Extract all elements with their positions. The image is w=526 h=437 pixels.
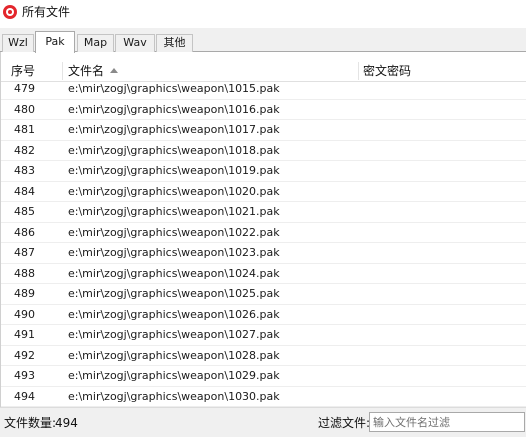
row-seq: 486 — [14, 225, 35, 239]
row-seq: 488 — [14, 266, 35, 280]
row-password — [363, 223, 523, 242]
file-list-panel: 序号 文件名 密文密码 479 e:\mir\zogj\graphics\weap… — [0, 52, 526, 407]
table-row[interactable]: 482 e:\mir\zogj\graphics\weapon\1018.pak — [1, 141, 526, 161]
row-password — [363, 202, 523, 221]
row-seq: 494 — [14, 389, 35, 403]
tab-wav-label: Wav — [123, 36, 147, 49]
window-title: 所有文件 — [22, 5, 71, 19]
row-password — [363, 79, 523, 98]
status-bar: 文件数量: 494 过滤文件: — [0, 407, 526, 437]
row-filename: e:\mir\zogj\graphics\weapon\1025.pak — [68, 287, 280, 300]
row-filename: e:\mir\zogj\graphics\weapon\1017.pak — [68, 123, 280, 136]
row-filename: e:\mir\zogj\graphics\weapon\1028.pak — [68, 348, 280, 362]
title-bar: 所有文件 — [0, 0, 526, 28]
table-row[interactable]: 491 e:\mir\zogj\graphics\weapon\1027.pak — [1, 325, 526, 346]
tab-wzl-label: Wzl — [8, 36, 28, 49]
row-password — [363, 366, 523, 385]
row-seq: 481 — [14, 123, 35, 136]
row-password — [363, 305, 523, 324]
row-seq: 489 — [14, 287, 35, 300]
row-password — [363, 264, 523, 283]
row-filename: e:\mir\zogj\graphics\weapon\1015.pak — [68, 82, 280, 95]
row-password — [363, 141, 523, 160]
row-filename: e:\mir\zogj\graphics\weapon\1029.pak — [68, 369, 280, 382]
tab-wav[interactable]: Wav — [115, 34, 155, 52]
tab-pak-label: Pak — [45, 35, 65, 48]
row-filename: e:\mir\zogj\graphics\weapon\1019.pak — [68, 164, 280, 177]
table-row[interactable]: 487 e:\mir\zogj\graphics\weapon\1023.pak — [1, 243, 526, 264]
filter-label: 过滤文件: — [318, 416, 371, 430]
row-password — [363, 182, 523, 201]
row-password — [363, 325, 523, 344]
row-seq: 479 — [14, 82, 35, 95]
table-row[interactable]: 486 e:\mir\zogj\graphics\weapon\1022.pak — [1, 223, 526, 243]
table-row[interactable]: 479 e:\mir\zogj\graphics\weapon\1015.pak — [1, 79, 526, 100]
row-seq: 490 — [14, 307, 35, 321]
table-body: 479 e:\mir\zogj\graphics\weapon\1015.pak … — [1, 79, 526, 407]
table-row[interactable]: 492 e:\mir\zogj\graphics\weapon\1028.pak — [1, 346, 526, 366]
row-filename: e:\mir\zogj\graphics\weapon\1021.pak — [68, 205, 280, 218]
tab-bar: Wzl Pak Map Wav 其他 — [0, 28, 526, 53]
row-filename: e:\mir\zogj\graphics\weapon\1016.pak — [68, 102, 280, 116]
row-seq: 493 — [14, 369, 35, 382]
row-filename: e:\mir\zogj\graphics\weapon\1027.pak — [68, 328, 280, 341]
app-logo-icon — [3, 5, 17, 19]
row-filename: e:\mir\zogj\graphics\weapon\1022.pak — [68, 225, 280, 239]
table-row[interactable]: 490 e:\mir\zogj\graphics\weapon\1026.pak — [1, 305, 526, 325]
table-row[interactable]: 493 e:\mir\zogj\graphics\weapon\1029.pak — [1, 366, 526, 387]
row-password — [363, 120, 523, 139]
tab-pak[interactable]: Pak — [35, 31, 75, 53]
column-header-seq-label: 序号 — [11, 64, 36, 78]
tab-map[interactable]: Map — [77, 34, 114, 52]
row-filename: e:\mir\zogj\graphics\weapon\1023.pak — [68, 246, 280, 259]
row-password — [363, 100, 523, 119]
row-seq: 480 — [14, 102, 35, 116]
row-seq: 484 — [14, 184, 35, 198]
table-row[interactable]: 485 e:\mir\zogj\graphics\weapon\1021.pak — [1, 202, 526, 223]
row-filename: e:\mir\zogj\graphics\weapon\1018.pak — [68, 143, 280, 157]
table-row[interactable]: 488 e:\mir\zogj\graphics\weapon\1024.pak — [1, 264, 526, 284]
row-filename: e:\mir\zogj\graphics\weapon\1026.pak — [68, 307, 280, 321]
tab-map-label: Map — [83, 36, 108, 49]
column-header-password-label: 密文密码 — [363, 64, 412, 78]
row-password — [363, 243, 523, 262]
table-row[interactable]: 489 e:\mir\zogj\graphics\weapon\1025.pak — [1, 284, 526, 305]
row-password — [363, 387, 523, 406]
column-divider[interactable] — [358, 62, 359, 80]
row-seq: 491 — [14, 328, 35, 341]
row-filename: e:\mir\zogj\graphics\weapon\1020.pak — [68, 184, 280, 198]
tab-other-label: 其他 — [163, 36, 186, 49]
tab-wzl[interactable]: Wzl — [2, 34, 34, 52]
tab-other[interactable]: 其他 — [156, 34, 193, 52]
row-seq: 485 — [14, 205, 35, 218]
table-row[interactable]: 494 e:\mir\zogj\graphics\weapon\1030.pak — [1, 387, 526, 407]
file-count-value: 494 — [55, 416, 78, 430]
filter-input[interactable] — [369, 412, 525, 432]
row-filename: e:\mir\zogj\graphics\weapon\1024.pak — [68, 266, 280, 280]
table-row[interactable]: 483 e:\mir\zogj\graphics\weapon\1019.pak — [1, 161, 526, 182]
table-row[interactable]: 480 e:\mir\zogj\graphics\weapon\1016.pak — [1, 100, 526, 120]
file-count-label: 文件数量: — [4, 416, 57, 430]
row-filename: e:\mir\zogj\graphics\weapon\1030.pak — [68, 389, 280, 403]
row-seq: 492 — [14, 348, 35, 362]
row-seq: 483 — [14, 164, 35, 177]
sort-up-icon — [110, 68, 119, 73]
table-row[interactable]: 484 e:\mir\zogj\graphics\weapon\1020.pak — [1, 182, 526, 202]
row-password — [363, 161, 523, 180]
column-header-filename-label: 文件名 — [68, 64, 105, 78]
row-password — [363, 284, 523, 303]
row-password — [363, 346, 523, 365]
column-divider[interactable] — [62, 62, 63, 80]
table-row[interactable]: 481 e:\mir\zogj\graphics\weapon\1017.pak — [1, 120, 526, 141]
row-seq: 487 — [14, 246, 35, 259]
row-seq: 482 — [14, 143, 35, 157]
